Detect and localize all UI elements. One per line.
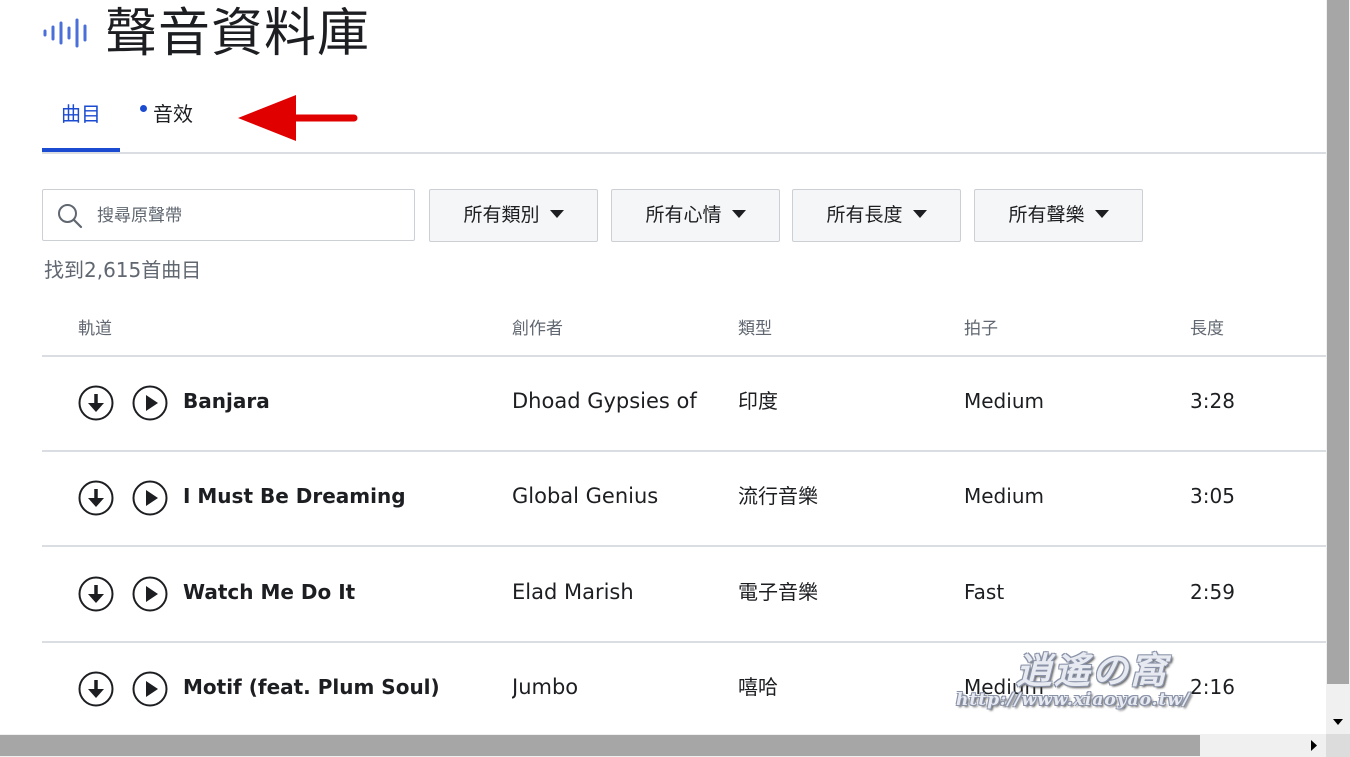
tab-bar: 曲目 音效 — [42, 92, 1326, 154]
play-icon[interactable] — [132, 576, 168, 612]
caret-down-icon — [1094, 210, 1109, 218]
mood-filter-label: 所有心情 — [645, 204, 722, 226]
track-title: Banjara — [183, 389, 270, 413]
caret-down-icon — [731, 210, 746, 218]
track-length: 3:05 — [1190, 484, 1235, 508]
track-tempo: Fast — [964, 580, 1005, 604]
track-genre: 嘻哈 — [738, 675, 778, 699]
search-box[interactable] — [42, 189, 415, 241]
download-icon[interactable] — [78, 480, 114, 516]
vertical-scrollbar[interactable] — [1326, 0, 1350, 734]
tab-tracks-label: 曲目 — [61, 102, 101, 126]
track-tempo: Medium — [964, 389, 1044, 413]
track-genre: 印度 — [738, 389, 778, 413]
vocals-filter-dropdown[interactable]: 所有聲樂 — [974, 189, 1143, 242]
track-length: 2:59 — [1190, 580, 1235, 604]
play-icon[interactable] — [132, 671, 168, 707]
horizontal-scrollbar[interactable] — [0, 734, 1326, 757]
track-tempo: Medium — [964, 675, 1044, 699]
track-title: Motif (feat. Plum Soul) — [183, 675, 440, 699]
genre-filter-label: 所有類別 — [463, 204, 540, 226]
duration-filter-label: 所有長度 — [826, 204, 903, 226]
header-track: 軌道 — [78, 319, 112, 339]
scroll-down-arrow-icon[interactable] — [1326, 710, 1350, 734]
scroll-right-arrow-icon[interactable] — [1302, 734, 1326, 757]
table-row[interactable]: Motif (feat. Plum Soul) Jumbo 嘻哈 Medium … — [42, 641, 1326, 734]
genre-filter-dropdown[interactable]: 所有類別 — [429, 189, 598, 242]
red-arrow-annotation — [238, 95, 358, 141]
track-artist: Elad Marish — [512, 580, 634, 604]
track-title: I Must Be Dreaming — [183, 484, 406, 508]
track-artist: Jumbo — [512, 675, 579, 699]
duration-filter-dropdown[interactable]: 所有長度 — [792, 189, 961, 242]
scrollbar-corner — [1326, 734, 1350, 757]
search-input[interactable] — [95, 200, 399, 232]
tab-tracks[interactable]: 曲目 — [42, 92, 120, 152]
tab-sound-effects[interactable]: 音效 — [140, 92, 230, 150]
table-row[interactable]: I Must Be Dreaming Global Genius 流行音樂 Me… — [42, 450, 1326, 547]
track-length: 2:16 — [1190, 675, 1235, 699]
result-count: 找到2,615首曲目 — [44, 258, 202, 282]
horizontal-scrollbar-thumb[interactable] — [0, 735, 1200, 756]
download-icon[interactable] — [78, 385, 114, 421]
new-indicator-dot — [140, 105, 147, 112]
track-length: 3:28 — [1190, 389, 1235, 413]
header-length: 長度 — [1190, 319, 1224, 339]
download-icon[interactable] — [78, 576, 114, 612]
track-genre: 流行音樂 — [738, 484, 818, 508]
track-genre: 電子音樂 — [738, 580, 818, 604]
tab-sound-effects-label: 音效 — [153, 102, 193, 126]
track-artist: Global Genius — [512, 484, 659, 508]
header-artist: 創作者 — [512, 319, 563, 339]
track-artist: Dhoad Gypsies of Rajasthan — [512, 389, 704, 413]
sound-library-page: 聲音資料庫 曲目 音效 所有類別 所有心情 所有長度 所有聲樂 找到2,615首… — [0, 0, 1326, 734]
caret-down-icon — [912, 210, 927, 218]
search-icon — [58, 204, 83, 229]
track-title: Watch Me Do It — [183, 580, 356, 604]
track-tempo: Medium — [964, 484, 1044, 508]
soundwave-icon — [43, 18, 87, 48]
vocals-filter-label: 所有聲樂 — [1008, 204, 1085, 226]
download-icon[interactable] — [78, 671, 114, 707]
caret-down-icon — [549, 210, 564, 218]
play-icon[interactable] — [132, 480, 168, 516]
play-icon[interactable] — [132, 385, 168, 421]
header-tempo: 拍子 — [964, 319, 998, 339]
table-row[interactable]: Watch Me Do It Elad Marish 電子音樂 Fast 2:5… — [42, 546, 1326, 643]
page-title: 聲音資料庫 — [105, 4, 371, 64]
mood-filter-dropdown[interactable]: 所有心情 — [611, 189, 780, 242]
table-row[interactable]: Banjara Dhoad Gypsies of Rajasthan 印度 Me… — [42, 355, 1326, 452]
vertical-scrollbar-thumb[interactable] — [1327, 0, 1349, 684]
header-genre: 類型 — [738, 319, 772, 339]
table-header: 軌道 創作者 類型 拍子 長度 — [42, 300, 1326, 357]
